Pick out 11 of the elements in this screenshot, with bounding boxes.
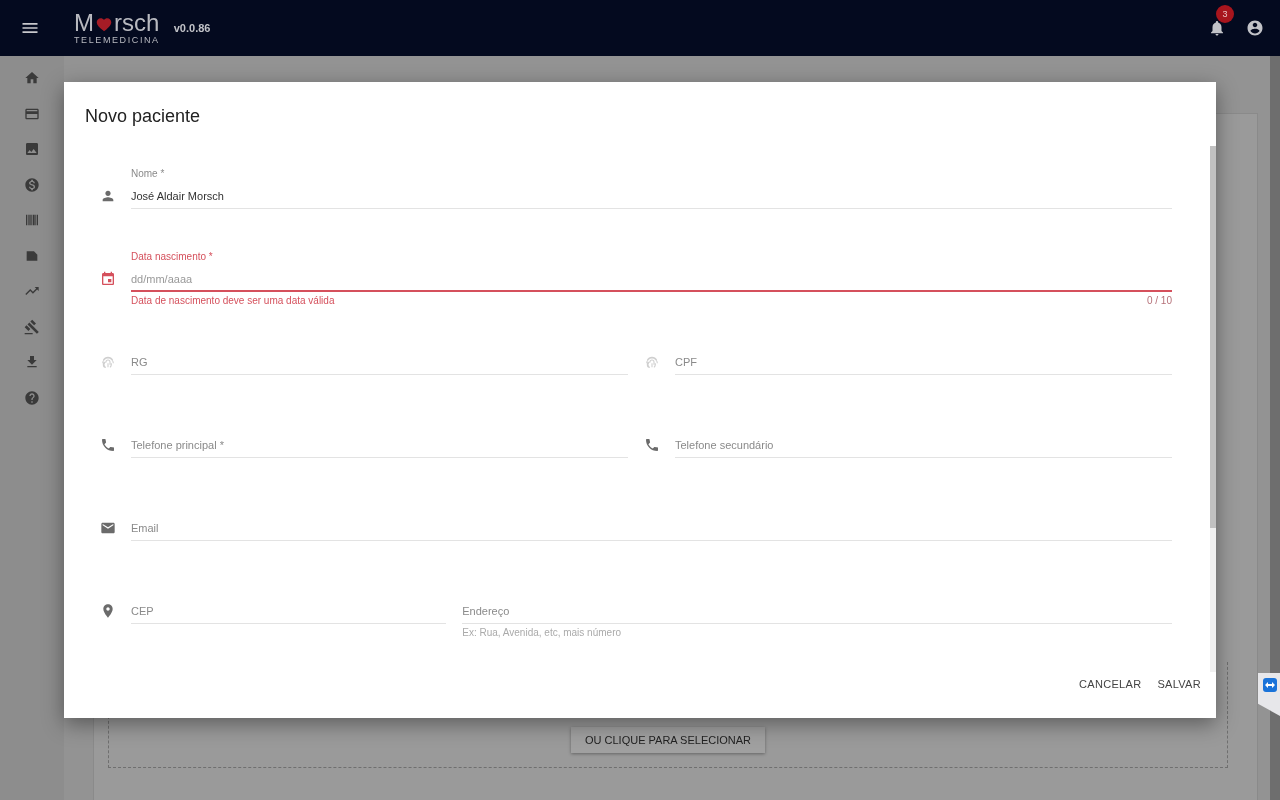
logo-text: rsch bbox=[114, 11, 160, 34]
logo-tagline: TELEMEDICINA bbox=[74, 34, 160, 45]
version-label: v0.0.86 bbox=[173, 22, 211, 34]
field-hint: Ex: Rua, Avenida, etc, mais número bbox=[462, 627, 622, 638]
dialog-title: Novo paciente bbox=[84, 105, 202, 128]
logo-text: M bbox=[74, 11, 94, 34]
character-counter: 0 / 10 bbox=[1146, 295, 1172, 306]
error-message: Data de nascimento deve ser uma data válida bbox=[131, 295, 335, 306]
field-label: Data nascimento * bbox=[131, 251, 213, 263]
notification-badge: 3 bbox=[1216, 5, 1234, 23]
field-label: Nome * bbox=[131, 168, 165, 180]
